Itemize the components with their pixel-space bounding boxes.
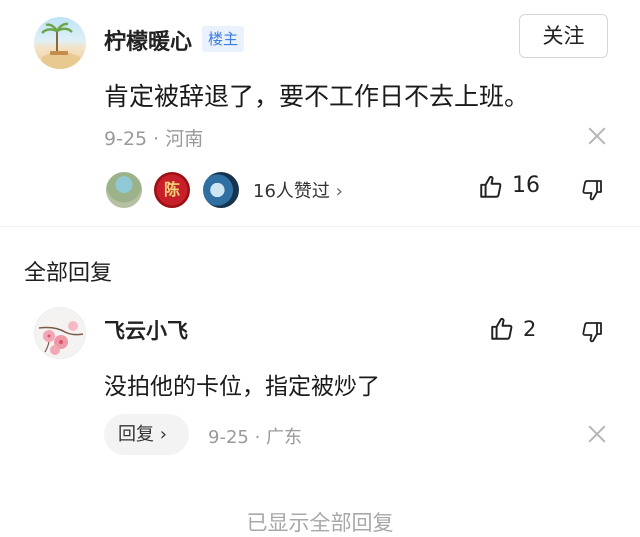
thumbs-down-icon[interactable] bbox=[580, 178, 604, 202]
chevron-right-icon: › bbox=[335, 181, 343, 202]
thumbs-up-icon[interactable] bbox=[478, 174, 504, 200]
reply-button[interactable]: 回复 › bbox=[104, 414, 189, 455]
reply-avatar[interactable] bbox=[34, 307, 86, 359]
plum-blossom-icon bbox=[38, 321, 84, 355]
op-username[interactable]: 柠檬暖心 bbox=[104, 24, 192, 56]
beach-scene-icon bbox=[40, 22, 80, 69]
likers-count-text: 16人赞过 bbox=[253, 181, 330, 202]
thumbs-down-icon[interactable] bbox=[580, 320, 604, 344]
liker-avatar[interactable] bbox=[201, 170, 241, 210]
reply-button-label: 回复 bbox=[118, 424, 154, 445]
divider bbox=[0, 226, 640, 227]
thumbs-up-icon[interactable] bbox=[489, 316, 515, 342]
op-meta: 9-25 · 河南 bbox=[104, 128, 204, 150]
reply-meta: 9-25 · 广东 bbox=[208, 427, 303, 448]
op-like-count: 16 bbox=[512, 173, 540, 198]
reply-like-count: 2 bbox=[523, 317, 537, 341]
reply-username[interactable]: 飞云小飞 bbox=[104, 315, 188, 345]
follow-button[interactable]: 关注 bbox=[519, 14, 608, 58]
liker-avatar[interactable]: 陈 bbox=[152, 170, 192, 210]
op-comment-text[interactable]: 肯定被辞退了，要不工作日不去上班。 bbox=[104, 77, 529, 113]
likers-link[interactable]: 16人赞过 › bbox=[253, 177, 343, 203]
close-icon[interactable] bbox=[588, 425, 606, 443]
liker-avatar-glyph: 陈 bbox=[163, 180, 180, 199]
reply-comment-text[interactable]: 没拍他的卡位，指定被炒了 bbox=[104, 367, 380, 401]
chevron-right-icon: › bbox=[159, 424, 167, 445]
close-icon[interactable] bbox=[588, 127, 606, 145]
op-badge: 楼主 bbox=[202, 26, 245, 52]
op-avatar[interactable] bbox=[34, 17, 86, 69]
liker-avatar[interactable] bbox=[104, 170, 144, 210]
section-title: 全部回复 bbox=[24, 261, 113, 286]
all-replies-shown: 已显示全部回复 bbox=[246, 511, 394, 535]
